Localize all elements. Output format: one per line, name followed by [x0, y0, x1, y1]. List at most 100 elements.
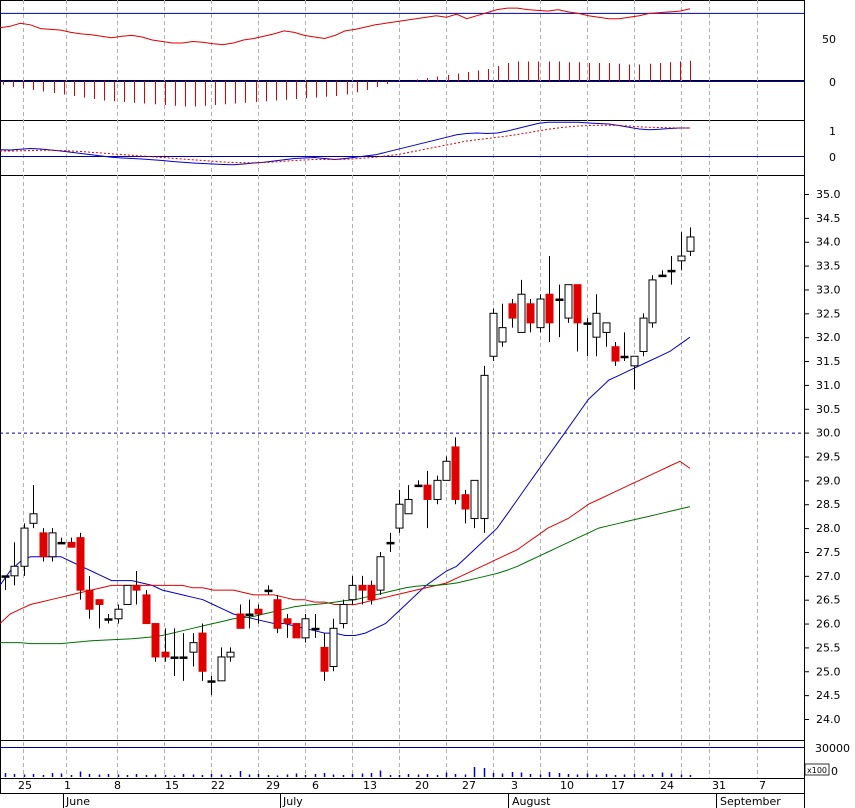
price-tick-label: 29.0	[816, 474, 841, 487]
candle-body	[555, 298, 564, 301]
candle-body	[10, 565, 19, 577]
candle-body	[423, 484, 432, 500]
stock-chart: 5001035.034.534.033.533.032.532.031.531.…	[0, 0, 850, 808]
osc-tick-label: 50	[822, 33, 836, 46]
candle-body	[132, 584, 141, 591]
candle-body	[630, 355, 639, 367]
price-tick-label: 34.5	[816, 212, 841, 225]
month-label: July	[282, 795, 303, 808]
price-tick-label: 28.5	[816, 498, 841, 511]
candle-body	[29, 513, 38, 524]
price-tick-label: 25.5	[816, 641, 841, 654]
candle-body	[76, 537, 85, 591]
price-tick-label: 31.5	[816, 355, 841, 368]
candle-body	[367, 584, 376, 601]
price-tick-label: 24.0	[816, 713, 841, 726]
ma-blue-line	[0, 336, 691, 636]
grid	[0, 0, 805, 808]
candle-body	[67, 541, 76, 548]
price-tick-label: 35.0	[816, 188, 841, 201]
day-tick-label: 8	[114, 779, 121, 792]
candle-body	[358, 584, 367, 591]
candle-body	[142, 594, 151, 625]
candle-body	[545, 293, 554, 324]
price-tick-label: 24.5	[816, 689, 841, 702]
candle-body	[658, 274, 667, 278]
price-panel	[0, 227, 804, 696]
candle-body	[573, 284, 582, 324]
day-tick-label: 31	[712, 779, 726, 792]
month-label: August	[512, 795, 551, 808]
day-tick-label: 6	[312, 779, 319, 792]
candle-body	[179, 656, 188, 659]
candle-body	[442, 460, 451, 481]
price-tick-label: 25.0	[816, 665, 841, 678]
candle-body	[517, 293, 526, 333]
candle-body	[620, 355, 629, 359]
macd-panel	[0, 121, 804, 166]
candle-body	[498, 327, 507, 343]
day-tick-label: 10	[560, 779, 574, 792]
day-tick-label: 29	[266, 779, 280, 792]
candle-body	[583, 322, 592, 325]
price-tick-label: 33.0	[816, 283, 841, 296]
candle-body	[404, 498, 413, 515]
day-tick-label: 7	[759, 779, 766, 792]
day-tick-label: 27	[462, 779, 476, 792]
day-tick-label: 13	[363, 779, 377, 792]
candle-body	[254, 608, 263, 615]
candle-body	[602, 322, 611, 333]
volume-tick-label: 0	[831, 765, 838, 778]
candle-body	[217, 656, 226, 682]
candle-body	[1, 575, 10, 578]
candle-body	[151, 623, 160, 658]
candle-body	[161, 651, 170, 658]
right-axis: 50 0 1 0 35.0 34.5 34.0 33.5 33.0 32.5 32.0 31.5 31.…	[804, 33, 850, 778]
day-tick-label: 25	[18, 779, 32, 792]
candle-body	[170, 656, 179, 659]
candle-body	[283, 618, 292, 625]
candle-body	[686, 236, 695, 252]
candle-body	[320, 646, 329, 672]
histogram-panel	[0, 60, 804, 107]
plot-frame	[0, 0, 805, 794]
day-tick-label: 3	[511, 779, 518, 792]
candle-body	[85, 589, 94, 610]
candle-body	[677, 255, 686, 262]
macd-tick-label: 0	[829, 151, 836, 164]
candle-body	[207, 680, 216, 683]
candle-body	[104, 618, 113, 621]
candle-body	[236, 613, 245, 629]
candle-body	[564, 284, 573, 319]
candle-body	[339, 603, 348, 625]
candle-body	[414, 484, 423, 488]
candle-body	[264, 589, 273, 593]
day-tick-label: 15	[165, 779, 179, 792]
month-label: September	[720, 795, 781, 808]
candle-body	[311, 627, 320, 631]
price-tick-label: 31.0	[816, 379, 841, 392]
candle-body	[95, 599, 104, 605]
candle-body	[508, 303, 517, 319]
candle-body	[329, 627, 338, 667]
day-tick-label: 17	[611, 779, 625, 792]
candle-body	[48, 532, 57, 558]
price-tick-label: 28.0	[816, 522, 841, 535]
candle-body	[639, 317, 648, 353]
candle-body	[123, 584, 132, 605]
candle-body	[451, 446, 460, 500]
candle-body	[611, 346, 620, 362]
candle-body	[648, 279, 657, 324]
candle-body	[470, 479, 479, 520]
price-tick-label: 27.5	[816, 546, 841, 559]
candle-body	[489, 312, 498, 357]
volume-multiplier-label: x100	[807, 766, 827, 775]
volume-tick-label: 30000	[815, 742, 850, 755]
price-tick-label: 30.0	[816, 427, 841, 440]
price-tick-label: 33.5	[816, 260, 841, 273]
macd-tick-label: 1	[829, 125, 836, 138]
price-tick-label: 34.0	[816, 236, 841, 249]
candle-body	[198, 632, 207, 672]
candle-body	[433, 479, 442, 500]
candle-body	[348, 584, 357, 601]
